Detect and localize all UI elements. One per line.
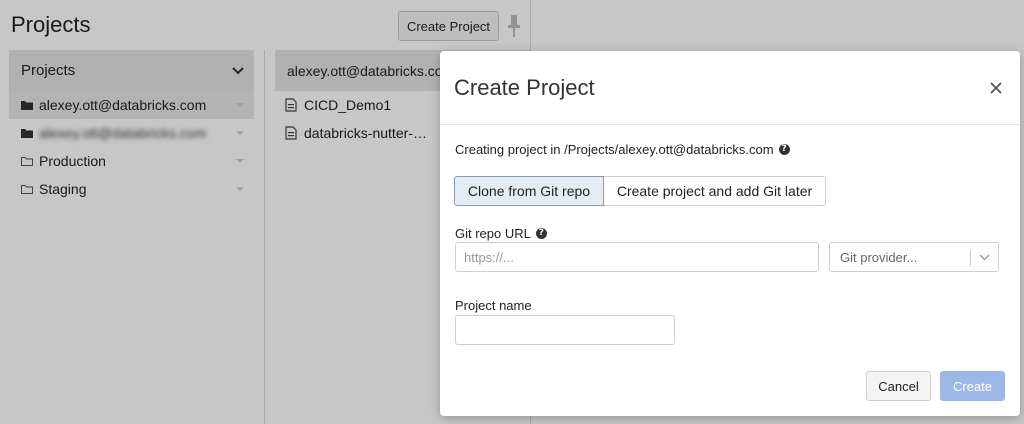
tab-add-git-later[interactable]: Create project and add Git later [604,176,826,206]
create-project-dialog: Create Project Creating project in /Proj… [440,51,1020,416]
create-button[interactable]: Create [940,371,1005,401]
git-url-input[interactable]: https://... [455,242,819,272]
git-url-label-text: Git repo URL [455,226,531,241]
dialog-title: Create Project [454,75,595,100]
help-icon[interactable]: ? [535,228,547,239]
cancel-button[interactable]: Cancel [866,371,931,401]
tab-clone-from-git[interactable]: Clone from Git repo [454,176,604,206]
project-name-label: Project name [455,298,532,313]
dialog-header: Create Project [440,51,1020,125]
close-icon[interactable] [990,82,1002,94]
select-separator [970,250,971,266]
help-icon[interactable]: ? [778,144,790,155]
project-location: Creating project in /Projects/alexey.ott… [455,142,790,157]
git-provider-placeholder: Git provider... [840,249,918,265]
project-location-text: Creating project in /Projects/alexey.ott… [455,142,774,157]
git-url-label: Git repo URL ? [455,226,547,241]
chevron-down-icon[interactable] [979,254,990,261]
project-name-input[interactable] [455,315,675,345]
git-provider-select[interactable]: Git provider... [829,242,999,272]
